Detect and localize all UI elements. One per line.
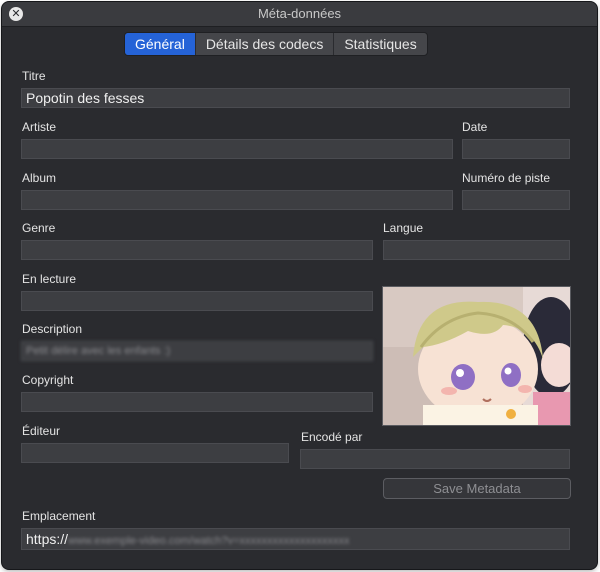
album-field[interactable] xyxy=(21,190,453,210)
track-number-label: Numéro de piste xyxy=(462,171,551,185)
tab-general[interactable]: Général xyxy=(125,33,195,55)
encoded-by-label: Encodé par xyxy=(301,430,363,444)
encoded-by-field[interactable] xyxy=(300,449,570,469)
metadata-window: Méta-données ✕ Général Détails des codec… xyxy=(2,2,597,569)
publisher-label: Éditeur xyxy=(22,424,61,438)
tab-statistics[interactable]: Statistiques xyxy=(333,33,426,55)
copyright-field[interactable] xyxy=(21,392,373,412)
title-label: Titre xyxy=(22,69,46,83)
publisher-field[interactable] xyxy=(21,443,289,463)
date-label: Date xyxy=(462,120,488,134)
track-number-field[interactable] xyxy=(462,190,570,210)
now-playing-field[interactable] xyxy=(21,291,373,311)
now-playing-label: En lecture xyxy=(22,272,77,286)
location-field[interactable]: https://www.exemple-video.com/watch?v=xx… xyxy=(21,528,570,550)
artist-label: Artiste xyxy=(22,120,57,134)
genre-field[interactable] xyxy=(21,240,373,260)
tab-bar: Général Détails des codecs Statistiques xyxy=(124,32,428,56)
description-field[interactable]: Petit délire avec les enfants :) xyxy=(21,341,373,361)
language-field[interactable] xyxy=(383,240,570,260)
title-bar: Méta-données ✕ xyxy=(2,2,597,27)
window-title: Méta-données xyxy=(257,6,342,21)
save-metadata-button[interactable]: Save Metadata xyxy=(383,478,571,499)
description-label: Description xyxy=(22,322,83,336)
artist-field[interactable] xyxy=(21,139,453,159)
date-field[interactable] xyxy=(462,139,570,159)
close-icon[interactable]: ✕ xyxy=(9,7,23,21)
album-artwork[interactable] xyxy=(382,286,571,426)
location-url-rest: www.exemple-video.com/watch?v=xxxxxxxxxx… xyxy=(68,535,350,547)
language-label: Langue xyxy=(383,221,424,235)
tab-codec-details[interactable]: Détails des codecs xyxy=(194,33,334,55)
artwork-image xyxy=(383,287,570,425)
copyright-label: Copyright xyxy=(22,373,74,387)
location-label: Emplacement xyxy=(22,509,96,523)
location-url-prefix: https:// xyxy=(26,531,69,547)
title-field[interactable]: Popotin des fesses xyxy=(21,88,570,108)
album-label: Album xyxy=(22,171,57,185)
genre-label: Genre xyxy=(22,221,56,235)
